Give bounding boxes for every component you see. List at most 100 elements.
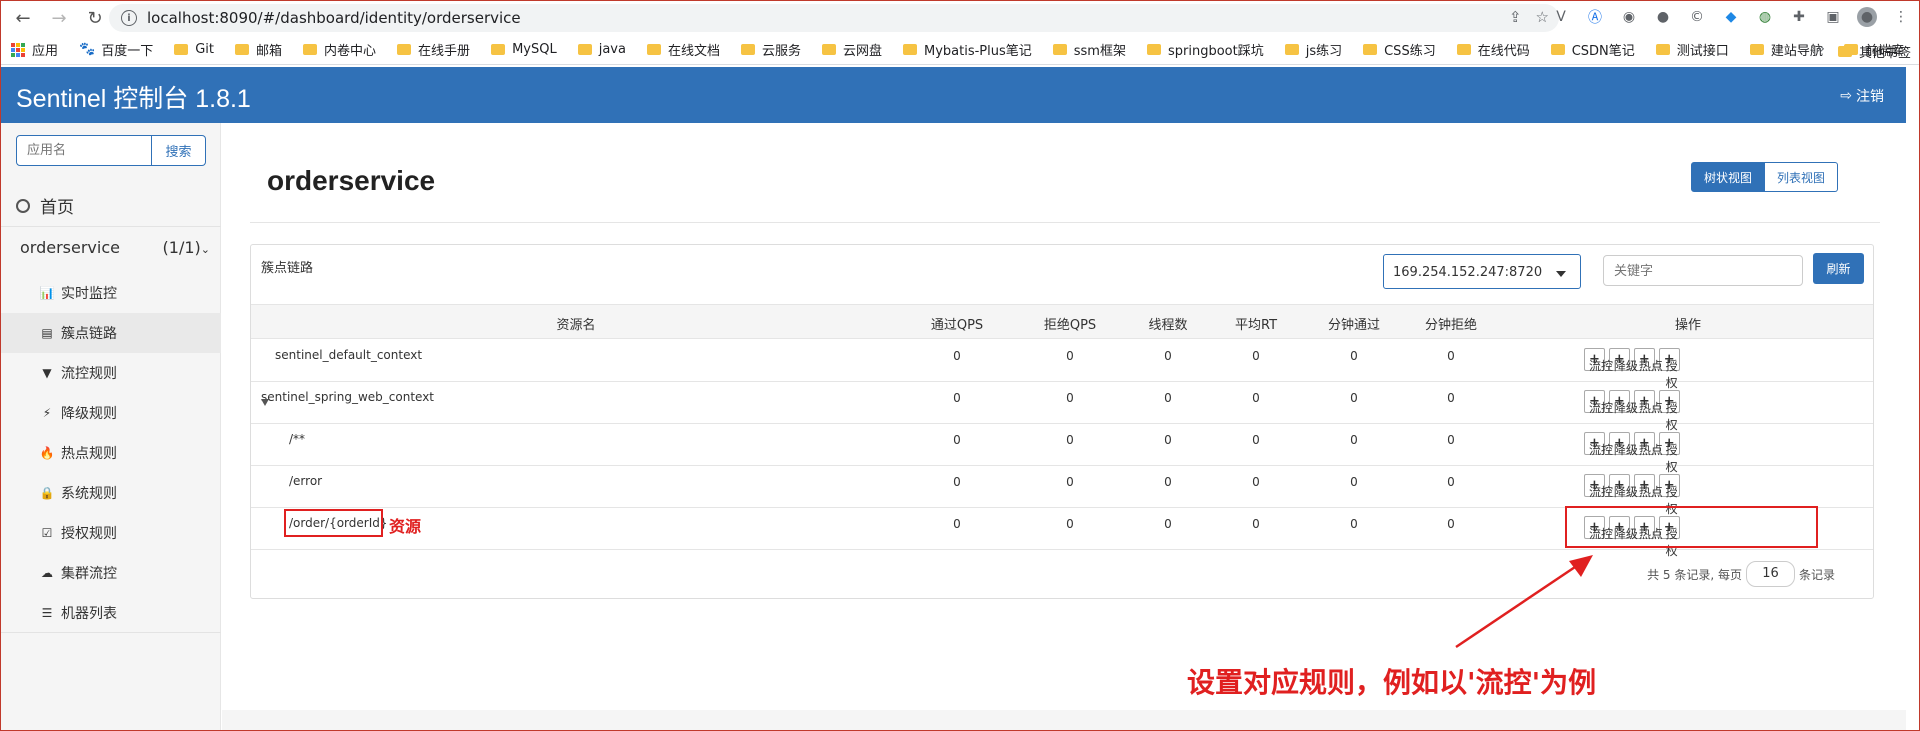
app-search-input[interactable]	[16, 135, 152, 166]
folder-icon	[397, 44, 412, 55]
bookmark-item[interactable]: Git	[174, 42, 214, 57]
flow-rule-button[interactable]: + 流控	[1584, 432, 1613, 457]
folder-icon	[1363, 44, 1378, 55]
list-view-button[interactable]: 列表视图	[1764, 162, 1838, 192]
col-minute-block: 分钟拒绝	[1424, 318, 1478, 333]
filter-icon: ▼	[42, 366, 52, 380]
sidebar-item-label: 实时监控	[61, 286, 117, 302]
bookmark-item[interactable]: 邮箱	[235, 40, 282, 59]
bookmark-item[interactable]: js练习	[1284, 40, 1342, 59]
other-bookmarks[interactable]: 其他书签	[1837, 42, 1911, 61]
cell-threads: 0	[1164, 517, 1172, 531]
extension-translate-icon[interactable]: Ⓐ	[1585, 7, 1605, 27]
page-size-input[interactable]: 16	[1745, 561, 1795, 587]
sidebar-item-flash[interactable]: ⚡ 降级规则	[1, 393, 221, 433]
extension-c-icon[interactable]: ©	[1687, 7, 1707, 27]
star-icon[interactable]: ☆	[1536, 8, 1549, 26]
pagination: 共 5 条记录, 每页 16 条记录	[1647, 561, 1835, 587]
extensions-puzzle-icon[interactable]: ✚	[1789, 7, 1809, 27]
app-name-label: orderservice	[20, 238, 120, 257]
folder-icon	[1655, 44, 1670, 55]
bookmark-item[interactable]: ssm框架	[1052, 40, 1126, 59]
flow-rule-button[interactable]: + 流控	[1584, 348, 1613, 373]
col-resource: 资源名	[556, 318, 596, 333]
sidebar-item-filter[interactable]: ▼ 流控规则	[1, 353, 221, 393]
bookmark-item[interactable]: 测试接口	[1655, 40, 1729, 59]
sidebar-item-th-list[interactable]: ☰ 机器列表	[1, 593, 221, 633]
extension-globe-icon[interactable]: ◍	[1755, 7, 1775, 27]
bookmark-item[interactable]: springboot踩坑	[1146, 40, 1264, 59]
bookmark-item[interactable]: 🐾 百度一下	[79, 40, 153, 59]
bookmarks-bar: 应用 🐾 百度一下 Git 邮箱 内卷中心 在线手册 MySQL java 在线文档 云服务 云网盘 M…	[1, 35, 1919, 65]
bookmark-item[interactable]: Mybatis-Plus笔记	[903, 40, 1032, 59]
bookmark-label: 云服务	[761, 44, 801, 59]
bookmark-apps[interactable]: 应用	[11, 40, 58, 59]
pager-total: 共 5 条记录, 每页	[1647, 567, 1742, 582]
cell-block-qps: 0	[1066, 517, 1074, 531]
bookmark-item[interactable]: 云服务	[740, 40, 801, 59]
address-bar[interactable]: i localhost:8090/#/dashboard/identity/or…	[109, 4, 1559, 32]
site-info-icon[interactable]: i	[121, 10, 137, 26]
app-search-button[interactable]: 搜索	[152, 135, 206, 166]
extension-eye-icon[interactable]: ◉	[1619, 7, 1639, 27]
bookmark-item[interactable]: MySQL	[491, 42, 557, 57]
bookmark-item[interactable]: 在线手册	[397, 40, 470, 59]
action-label: 热点	[1638, 401, 1663, 415]
folder-icon	[740, 44, 755, 55]
bookmark-label: 在线手册	[418, 44, 471, 59]
browser-menu-icon[interactable]: ⋮	[1891, 7, 1911, 27]
resource-annotation: 资源	[389, 517, 422, 536]
forward-icon[interactable]: →	[45, 4, 73, 32]
sidebar-item-label: 机器列表	[61, 606, 117, 622]
col-block-qps: 拒绝QPS	[1043, 318, 1097, 333]
sidebar-item-home[interactable]: 首页	[16, 193, 74, 218]
sidebar-item-fire[interactable]: 🔥 热点规则	[1, 433, 221, 473]
flow-rule-button[interactable]: + 流控	[1584, 390, 1613, 415]
profile-avatar[interactable]: ●	[1857, 7, 1877, 27]
bookmark-item[interactable]: CSDN笔记	[1550, 40, 1635, 59]
sidebar-app-orderservice[interactable]: orderservice (1/1)⌄	[20, 238, 210, 257]
sidebar-item-lock[interactable]: 🔒 系统规则	[1, 473, 221, 513]
extension-v-icon[interactable]: V	[1551, 7, 1571, 27]
folder-icon	[235, 44, 250, 55]
bookmarks-overflow-icon[interactable]: »	[1816, 41, 1825, 57]
resource-name: sentinel_default_context	[275, 348, 422, 362]
bookmark-label: MySQL	[512, 42, 557, 57]
bookmark-item[interactable]: 建站导航	[1749, 40, 1823, 59]
sidebar-item-bar-chart[interactable]: 📊 实时监控	[1, 273, 221, 313]
extension-diamond-icon[interactable]: ◆	[1721, 7, 1741, 27]
reload-icon[interactable]: ↻	[81, 4, 109, 32]
cell-avg-rt: 0	[1252, 475, 1260, 489]
flash-icon: ⚡	[42, 406, 52, 420]
bookmark-item[interactable]: 内卷中心	[303, 40, 376, 59]
bookmark-item[interactable]: java	[577, 42, 626, 57]
cloud-icon: ☁	[41, 566, 53, 580]
bookmark-item[interactable]: 在线代码	[1456, 40, 1530, 59]
page-footer-area	[222, 710, 1906, 730]
resource-name: /**	[289, 432, 305, 446]
action-label: 热点	[1638, 485, 1663, 499]
back-icon[interactable]: ←	[9, 4, 37, 32]
chevron-down-icon: ⌄	[200, 243, 210, 256]
logout-link[interactable]: ⇨ 注销	[1840, 86, 1884, 106]
refresh-button[interactable]: 刷新	[1813, 253, 1864, 284]
sidepanel-icon[interactable]: ▣	[1823, 7, 1843, 27]
cell-threads: 0	[1164, 349, 1172, 363]
tree-view-button[interactable]: 树状视图	[1690, 162, 1765, 192]
annotation-arrow	[1455, 555, 1593, 649]
sidebar-item-check-square[interactable]: ☑ 授权规则	[1, 513, 221, 553]
extension-github-icon[interactable]: ●	[1653, 7, 1673, 27]
flow-rule-button[interactable]: + 流控	[1584, 474, 1613, 499]
machine-select[interactable]: 169.254.152.247:8720	[1383, 254, 1581, 289]
bookmark-item[interactable]: 在线文档	[646, 40, 720, 59]
extensions-bar: V Ⓐ ◉ ● © ◆ ◍ ✚ ▣ ● ⋮	[1551, 7, 1911, 27]
expand-caret-icon[interactable]	[261, 399, 269, 406]
sidebar-item-cloud[interactable]: ☁ 集群流控	[1, 553, 221, 593]
sidebar-item-list[interactable]: ▤ 簇点链路	[1, 313, 221, 353]
bookmark-label: springboot踩坑	[1167, 44, 1264, 59]
keyword-input[interactable]	[1603, 255, 1803, 286]
row-actions: + 流控 + 降级 + 热点 + 授权	[1584, 348, 1680, 390]
bookmark-item[interactable]: CSS练习	[1363, 40, 1436, 59]
share-icon[interactable]: ⇪	[1509, 8, 1522, 26]
bookmark-item[interactable]: 云网盘	[821, 40, 882, 59]
